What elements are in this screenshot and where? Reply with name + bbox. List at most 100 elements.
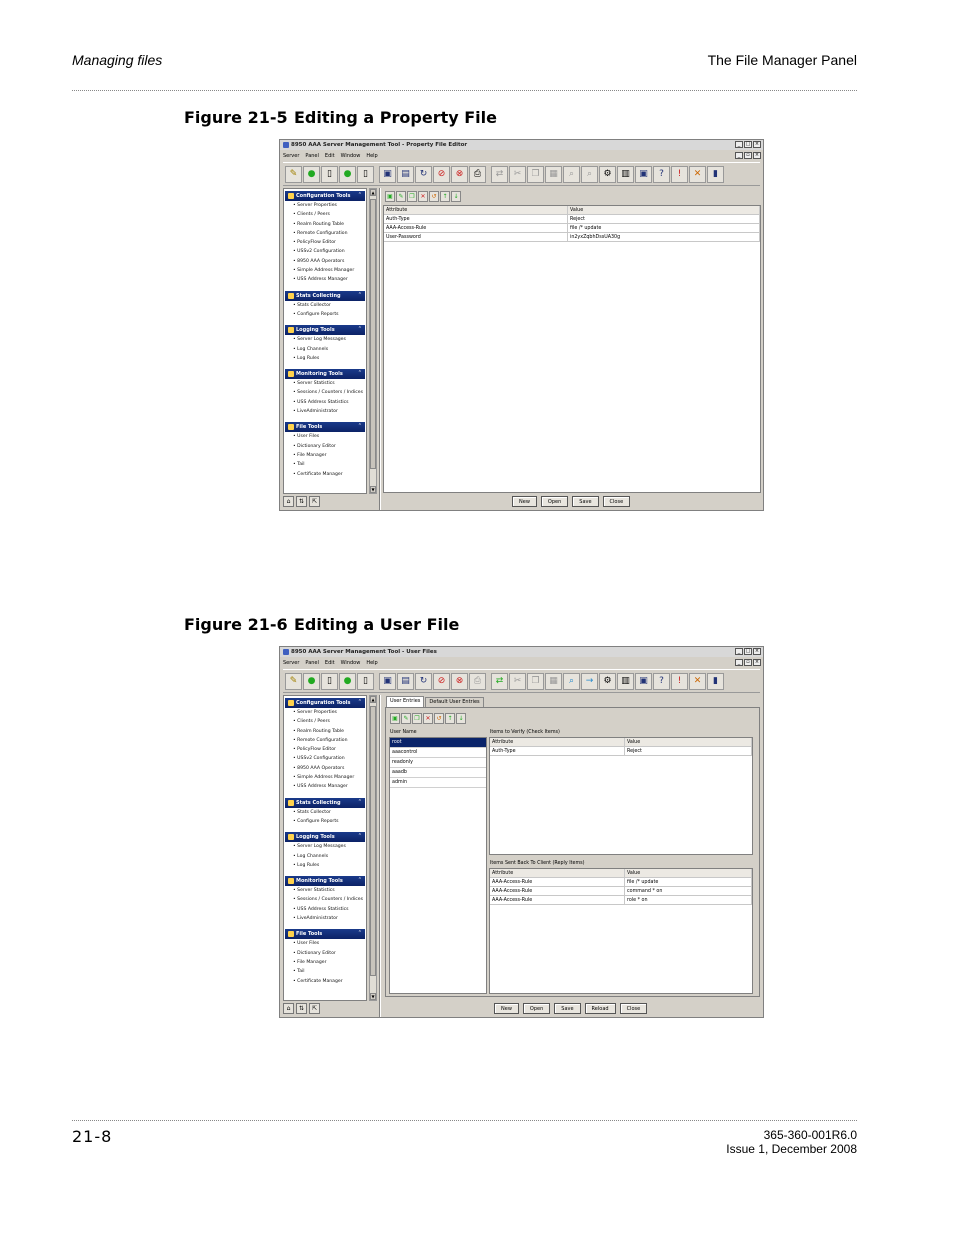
copy-row-icon[interactable]: ❐ [407, 191, 417, 202]
column-header-value[interactable]: Value [625, 869, 752, 877]
column-header-value[interactable]: Value [568, 206, 760, 214]
minimize-icon[interactable]: _ [735, 648, 743, 655]
column-header-attribute[interactable]: Attribute [490, 869, 625, 877]
edit-row-icon[interactable]: ✎ [396, 191, 406, 202]
revert-icon[interactable]: ↺ [429, 191, 439, 202]
delete-user-icon[interactable]: ✕ [423, 713, 433, 724]
monitor-icon[interactable]: ▣ [635, 165, 652, 183]
about-icon[interactable]: ! [671, 165, 688, 183]
report-icon[interactable]: ▥ [617, 165, 634, 183]
collapse-icon[interactable]: ⌃ [358, 292, 362, 298]
settings-icon[interactable]: ⚙ [599, 165, 616, 183]
add-user-icon[interactable]: ▣ [390, 713, 400, 724]
close-icon[interactable]: × [753, 648, 761, 655]
menu-help[interactable]: Help [366, 660, 377, 666]
connect-icon[interactable]: ✎ [285, 672, 302, 690]
sidebar-item[interactable]: Dictionary Editor [284, 949, 366, 958]
group-header[interactable]: Logging Tools ⌃ [285, 325, 365, 336]
sidebar-item[interactable]: LiveAdministrator [284, 914, 366, 923]
menu-panel[interactable]: Panel [305, 153, 319, 159]
sidebar-scrollbar[interactable]: ▲ ▼ [369, 695, 377, 1001]
collapse-icon[interactable]: ⌃ [358, 370, 362, 376]
sidebar-item[interactable]: Tail [284, 460, 366, 469]
scroll-up-icon[interactable]: ▲ [370, 696, 376, 703]
sidebar-item[interactable]: Server Statistics [284, 886, 366, 895]
group-header[interactable]: Stats Collecting ⌃ [285, 797, 365, 808]
sidebar-item[interactable]: PolicyFlow Editor [284, 745, 366, 754]
maximize-icon[interactable]: □ [744, 648, 752, 655]
sidebar-item[interactable]: Configure Reports [284, 310, 366, 319]
move-up-icon[interactable]: ↑ [440, 191, 450, 202]
save-icon[interactable]: ▣ [379, 672, 396, 690]
close-button[interactable]: Close [619, 1003, 648, 1014]
sidebar-item[interactable]: Stats Collector [284, 808, 366, 817]
stop-icon[interactable]: ⊘ [433, 672, 450, 690]
new-button[interactable]: New [494, 1003, 519, 1014]
cut-icon[interactable]: ✂ [509, 672, 526, 690]
collapse-icon[interactable]: ⌃ [358, 192, 362, 198]
save-as-icon[interactable]: ▤ [397, 165, 414, 183]
sidebar-item[interactable]: Log Rules [284, 861, 366, 870]
sidebar-item[interactable]: Server Log Messages [284, 842, 366, 851]
print-icon[interactable]: ⎙ [469, 165, 486, 183]
menu-help[interactable]: Help [366, 153, 377, 159]
collapse-icon[interactable]: ⌃ [358, 699, 362, 705]
sidebar-item[interactable]: 8950 AAA Operators [284, 764, 366, 773]
open-button[interactable]: Open [540, 496, 569, 507]
close-button[interactable]: Close [602, 496, 631, 507]
scroll-thumb[interactable] [370, 706, 376, 976]
sidebar-item[interactable]: USS Address Statistics [284, 398, 366, 407]
save-button[interactable]: Save [554, 1003, 581, 1014]
find-icon[interactable]: ⌕ [563, 165, 580, 183]
sidebar-item[interactable]: USS Address Manager [284, 275, 366, 284]
sidebar-item[interactable]: Server Properties [284, 201, 366, 210]
list-item[interactable]: aaadb [390, 768, 486, 778]
group-header[interactable]: Monitoring Tools ⌃ [285, 876, 365, 887]
sidebar-item[interactable]: Dictionary Editor [284, 442, 366, 451]
scroll-thumb[interactable] [370, 199, 376, 469]
cut-icon[interactable]: ✂ [509, 165, 526, 183]
copy-icon[interactable]: ❐ [527, 672, 544, 690]
sidebar-item[interactable]: PolicyFlow Editor [284, 238, 366, 247]
sidebar-item[interactable]: Certificate Manager [284, 470, 366, 479]
stop-icon[interactable]: ⊘ [433, 165, 450, 183]
sidebar-item[interactable]: USS Address Manager [284, 782, 366, 791]
sidebar-item[interactable]: USSv2 Configuration [284, 247, 366, 256]
refresh-icon[interactable]: ↻ [415, 165, 432, 183]
about-icon[interactable]: ! [671, 672, 688, 690]
tools-icon[interactable]: ✕ [689, 165, 706, 183]
list-item[interactable]: admin [390, 778, 486, 788]
move-up-icon[interactable]: ↑ [445, 713, 455, 724]
pane-divider[interactable] [379, 188, 381, 510]
sidebar-item[interactable]: Remote Configuration [284, 229, 366, 238]
group-header[interactable]: Monitoring Tools ⌃ [285, 369, 365, 380]
green-status-icon[interactable]: ● [303, 165, 320, 183]
scroll-down-icon[interactable]: ▼ [370, 993, 376, 1000]
group-header[interactable]: File Tools ⌃ [285, 929, 365, 940]
sidebar-item[interactable]: File Manager [284, 958, 366, 967]
sidebar-item[interactable]: Server Log Messages [284, 335, 366, 344]
help-icon[interactable]: ? [653, 672, 670, 690]
table-row[interactable]: AAA-Access-Rule file /* update [384, 224, 760, 233]
sidebar-item[interactable]: Simple Address Manager [284, 773, 366, 782]
sidebar-item[interactable]: Remote Configuration [284, 736, 366, 745]
mdi-close-icon[interactable]: × [753, 659, 761, 666]
group-header[interactable]: Configuration Tools ⌃ [285, 191, 365, 201]
pane-divider[interactable] [379, 695, 381, 1017]
green-status-icon[interactable]: ● [339, 165, 356, 183]
print-icon[interactable]: ⎙ [469, 672, 486, 690]
scroll-down-icon[interactable]: ▼ [370, 486, 376, 493]
table-row[interactable]: AAA-Access-Rule role * on [490, 896, 752, 905]
mdi-minimize-icon[interactable]: _ [735, 659, 743, 666]
sidebar-item[interactable]: User Files [284, 432, 366, 441]
sidebar-item[interactable]: Log Channels [284, 345, 366, 354]
document-icon[interactable]: ▯ [357, 165, 374, 183]
list-item[interactable]: root [390, 738, 486, 748]
tab-default-user-entries[interactable]: Default User Entries [425, 697, 484, 707]
table-row[interactable]: User-Password in2yxZqbhDssUA30g [384, 233, 760, 242]
collapse-icon[interactable]: ⌃ [358, 877, 362, 883]
split-icon[interactable]: ⇅ [296, 496, 307, 507]
collapse-icon[interactable]: ⌃ [358, 423, 362, 429]
find-next-icon[interactable]: → [581, 672, 598, 690]
table-row[interactable]: Auth-Type Reject [384, 215, 760, 224]
